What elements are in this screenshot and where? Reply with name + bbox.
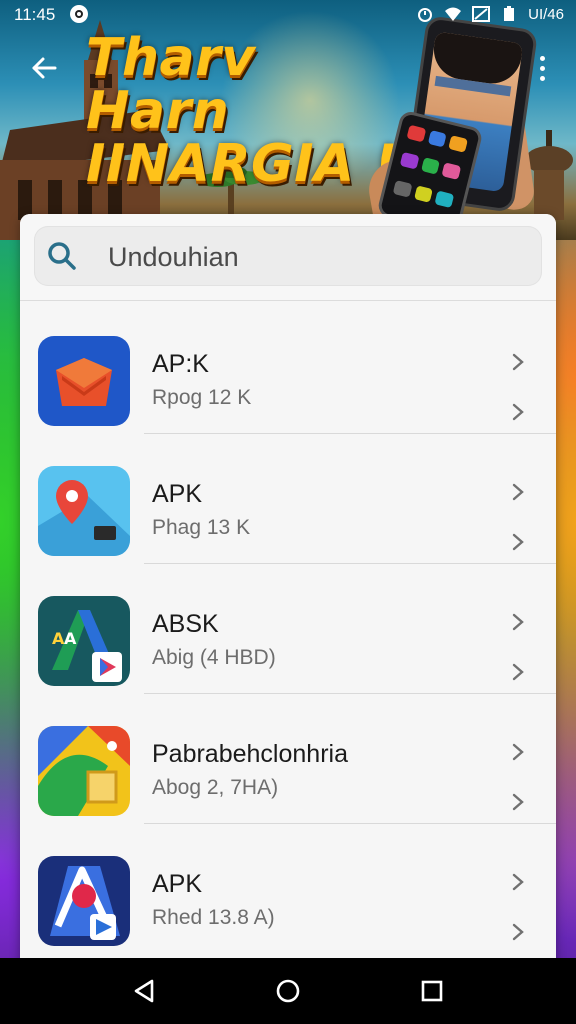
chevron-right-icon[interactable]: [508, 482, 528, 502]
grid-tile: [399, 152, 420, 170]
grid-tile: [406, 124, 427, 143]
dot: [539, 75, 545, 81]
nav-back-button[interactable]: [130, 976, 160, 1006]
search-area: Undouhian: [20, 214, 556, 301]
chevron-right-icon[interactable]: [508, 922, 528, 942]
dot: [539, 65, 545, 71]
chevron-right-icon[interactable]: [508, 612, 528, 632]
chevron-right-icon[interactable]: [508, 742, 528, 762]
status-time: 11:45: [14, 5, 56, 24]
grid-tile: [434, 190, 455, 208]
app-title: Pabrabehclonhria: [152, 740, 348, 768]
app-grid: [390, 124, 469, 217]
hero-title-line-2: IINARGIA !: [86, 134, 398, 195]
chevron-right-icon[interactable]: [508, 402, 528, 422]
grid-tile: [427, 129, 448, 148]
svg-text:A: A: [64, 629, 77, 648]
app-list: AP:K Rpog 12 K APK Phag 13 K A A ABSK Ab…: [20, 304, 556, 954]
app-subtitle: Rpog 12 K: [152, 386, 252, 409]
chevron-right-icon[interactable]: [508, 352, 528, 372]
play-store-style-icon: A A: [38, 596, 130, 686]
wifi-icon: [445, 7, 462, 21]
grid-tile: [420, 157, 441, 176]
status-label: UI/46: [528, 5, 564, 23]
notification-icon: [70, 5, 88, 23]
app-subtitle: Phag 13 K: [152, 516, 251, 539]
app-subtitle: Rhed 13.8 A): [152, 906, 275, 929]
chevron-right-icon[interactable]: [508, 792, 528, 812]
app-title: APK: [152, 480, 203, 508]
status-icons: UI/46: [416, 5, 564, 23]
app-title: APK: [152, 870, 203, 898]
colorful-folder-icon: [38, 726, 130, 816]
arrow-left-icon: [32, 57, 57, 79]
search-input[interactable]: Undouhian: [34, 226, 542, 286]
list-item[interactable]: APK Rhed 13.8 A): [20, 824, 556, 954]
more-options-button[interactable]: [528, 50, 556, 86]
system-navigation-bar: [0, 958, 576, 1024]
back-button[interactable]: [26, 50, 62, 86]
more-vertical-icon: [539, 55, 545, 61]
red-envelope-box-icon: [38, 336, 130, 426]
hero-title: Tharv Harn IINARGIA !: [86, 28, 406, 195]
list-item[interactable]: APK Phag 13 K: [20, 434, 556, 564]
hero-title-line-1: Tharv Harn: [86, 28, 256, 142]
list-item[interactable]: Pabrabehclonhria Abog 2, 7HA): [20, 694, 556, 824]
signal-icon: [472, 6, 491, 22]
app-list-card: Undouhian AP:K Rpog 12 K APK Phag 13 K A…: [20, 214, 556, 974]
map-pin-icon: [38, 466, 130, 556]
app-subtitle: Abig (4 HBD): [152, 646, 276, 669]
alarm-icon: [418, 8, 433, 22]
chevron-right-icon[interactable]: [508, 662, 528, 682]
abstract-play-icon: [38, 856, 130, 946]
nav-home-button[interactable]: [273, 976, 303, 1006]
chevron-right-icon[interactable]: [508, 872, 528, 892]
app-title: ABSK: [152, 610, 219, 638]
search-icon: [48, 242, 76, 270]
chevron-right-icon[interactable]: [508, 532, 528, 552]
grid-tile: [448, 135, 469, 153]
search-placeholder: Undouhian: [108, 242, 239, 272]
app-subtitle: Abog 2, 7HA): [152, 776, 279, 799]
status-bar: 11:45 UI/46: [0, 0, 576, 30]
app-title: AP:K: [152, 350, 209, 378]
battery-icon: [504, 6, 515, 21]
nav-recents-button[interactable]: [417, 976, 447, 1006]
grid-tile: [441, 162, 462, 181]
list-item[interactable]: A A ABSK Abig (4 HBD): [20, 564, 556, 694]
list-item[interactable]: AP:K Rpog 12 K: [20, 304, 556, 434]
grid-tile: [413, 184, 434, 203]
grid-tile: [392, 179, 413, 198]
hero-banner: Tharv Harn IINARGIA !: [0, 0, 576, 240]
